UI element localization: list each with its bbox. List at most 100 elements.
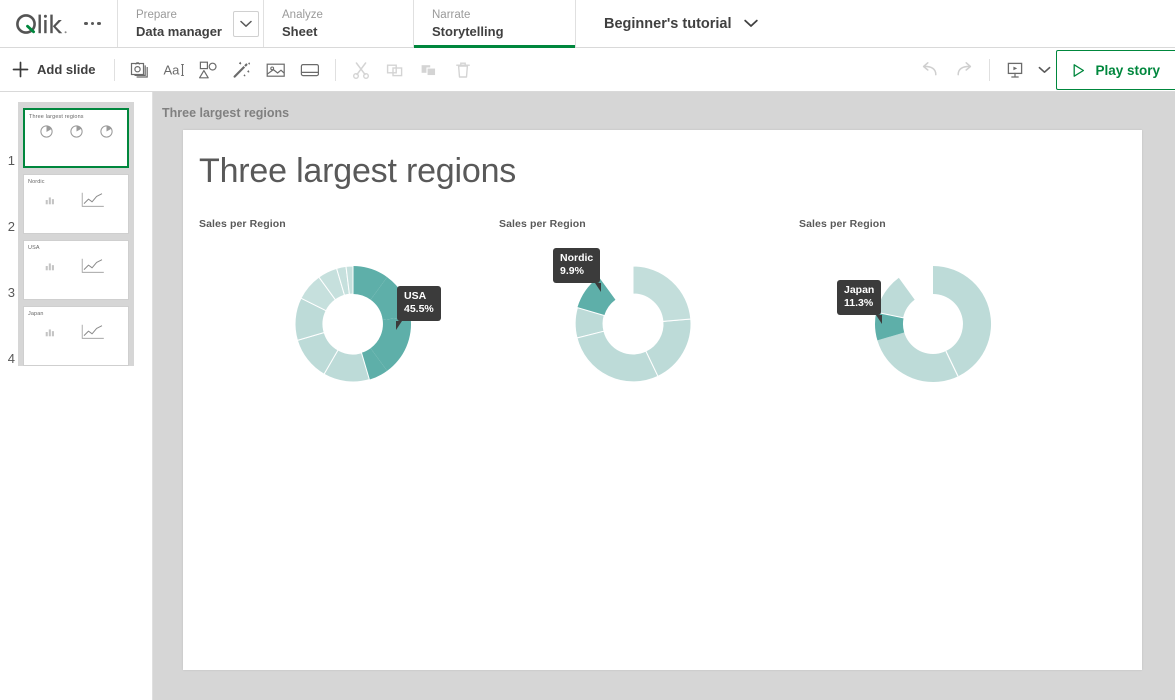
nav-section-prepare[interactable]: Prepare Data manager (118, 0, 264, 47)
delete-button (446, 54, 480, 86)
nav-narrate-label: Storytelling (432, 23, 557, 40)
slide-thumbnail-title: Nordic (28, 178, 45, 184)
chart-title: Sales per Region (799, 218, 1083, 230)
prepare-dropdown-button[interactable] (233, 11, 259, 37)
slide-thumbnail-1[interactable]: Three largest regions (23, 108, 129, 168)
chevron-down-icon (744, 19, 758, 28)
list-item[interactable]: 4 Japan (23, 306, 129, 366)
svg-text:Aa: Aa (163, 62, 180, 77)
presentation-mode-button[interactable] (998, 54, 1032, 86)
pie-chart-icon (99, 124, 114, 139)
line-chart-icon (80, 191, 106, 209)
nav-prepare-kicker: Prepare (136, 8, 225, 23)
add-slide-label: Add slide (37, 62, 96, 77)
thumbnail-content (25, 124, 127, 139)
slide-thumbnail-title: Japan (28, 310, 44, 316)
line-chart-icon (80, 257, 106, 275)
paste-button (412, 54, 446, 86)
breadcrumb: Three largest regions (153, 92, 1175, 120)
chart-block-1: Sales per Region (183, 218, 483, 406)
slide-thumbnail-title: USA (28, 244, 40, 250)
redo-icon (953, 60, 975, 80)
snapshot-library-icon (130, 60, 150, 80)
magic-wand-icon (231, 60, 253, 80)
slide-list: 1 Three largest regions (18, 102, 134, 366)
image-button[interactable] (259, 54, 293, 86)
presentation-icon (1005, 60, 1025, 80)
nav-prepare-label: Data manager (136, 23, 225, 40)
tooltip-value: 11.3% (844, 297, 874, 310)
bar-chart-icon (44, 260, 56, 272)
plus-icon (12, 61, 29, 78)
chart-block-3: Sales per Region (783, 218, 1083, 406)
slide-panel: 1 Three largest regions (0, 92, 153, 700)
logo-cell (0, 0, 118, 47)
app-title: Beginner's tutorial (604, 16, 732, 32)
text-button[interactable]: Aa (157, 54, 191, 86)
snapshot-library-button[interactable] (123, 54, 157, 86)
trash-icon (453, 60, 473, 80)
page-title: Three largest regions (183, 130, 1142, 191)
workspace: 1 Three largest regions (0, 92, 1175, 700)
chevron-down-icon (1038, 66, 1051, 74)
donut-svg (183, 236, 483, 406)
nav-analyze-kicker: Analyze (282, 8, 395, 23)
slide-number: 2 (0, 219, 15, 234)
sheet-button[interactable] (293, 54, 327, 86)
chart-block-2: Sales per Region (483, 218, 783, 406)
list-item[interactable]: 3 USA (23, 240, 129, 300)
slide-number: 1 (0, 153, 15, 168)
play-story-button[interactable]: Play story (1056, 50, 1175, 90)
slide-thumbnail-2[interactable]: Nordic (23, 174, 129, 234)
app-title-dropdown[interactable]: Beginner's tutorial (576, 0, 1175, 47)
toolbar-left-group: Add slide Aa (0, 54, 480, 86)
slide-thumbnail-3[interactable]: USA (23, 240, 129, 300)
overflow-menu-icon[interactable] (82, 16, 103, 32)
line-chart-icon (80, 323, 106, 341)
tooltip-label: Nordic (560, 252, 593, 265)
toolbar-divider (114, 59, 115, 81)
copy-button (378, 54, 412, 86)
bar-chart-icon (44, 326, 56, 338)
add-slide-button[interactable]: Add slide (8, 55, 106, 84)
nav-section-narrate[interactable]: Narrate Storytelling (414, 0, 576, 47)
chart-title: Sales per Region (199, 218, 483, 230)
copy-icon (385, 60, 405, 80)
nav-section-analyze[interactable]: Analyze Sheet (264, 0, 414, 47)
toolbar-divider (335, 59, 336, 81)
play-icon (1071, 63, 1086, 78)
top-navigation-bar: Prepare Data manager Analyze Sheet Narra… (0, 0, 1175, 48)
shapes-icon (197, 60, 219, 80)
slide-thumbnail-4[interactable]: Japan (23, 306, 129, 366)
undo-button (913, 54, 947, 86)
tooltip-value: 9.9% (560, 265, 593, 278)
qlik-logo[interactable] (14, 12, 70, 36)
effects-button[interactable] (225, 54, 259, 86)
donut-chart-1[interactable]: USA 45.5% (183, 236, 483, 406)
image-icon (265, 60, 287, 80)
slide-number: 3 (0, 285, 15, 300)
slide-canvas[interactable]: Three largest regions Sales per Region (183, 130, 1142, 670)
donut-chart-3[interactable]: Japan 11.3% (783, 236, 1083, 406)
cut-icon (351, 60, 371, 80)
tooltip-nordic: Nordic 9.9% (553, 248, 600, 283)
donut-chart-2[interactable]: Nordic 9.9% (483, 236, 783, 406)
sheet-icon (299, 60, 321, 80)
list-item[interactable]: 2 Nordic (23, 174, 129, 234)
tooltip-value: 45.5% (404, 303, 434, 316)
play-story-label: Play story (1095, 63, 1160, 78)
nav-analyze-label: Sheet (282, 23, 395, 40)
tooltip-usa: USA 45.5% (397, 286, 441, 321)
chart-title: Sales per Region (499, 218, 783, 230)
thumbnail-content (24, 191, 128, 209)
redo-button (947, 54, 981, 86)
story-toolbar: Add slide Aa (0, 48, 1175, 92)
thumbnail-content (24, 323, 128, 341)
donut-svg (483, 236, 783, 406)
list-item[interactable]: 1 Three largest regions (23, 108, 129, 168)
chevron-down-icon (240, 20, 252, 28)
presentation-options-dropdown[interactable] (1032, 54, 1056, 86)
tooltip-japan: Japan 11.3% (837, 280, 881, 315)
shapes-button[interactable] (191, 54, 225, 86)
tooltip-label: USA (404, 290, 434, 303)
